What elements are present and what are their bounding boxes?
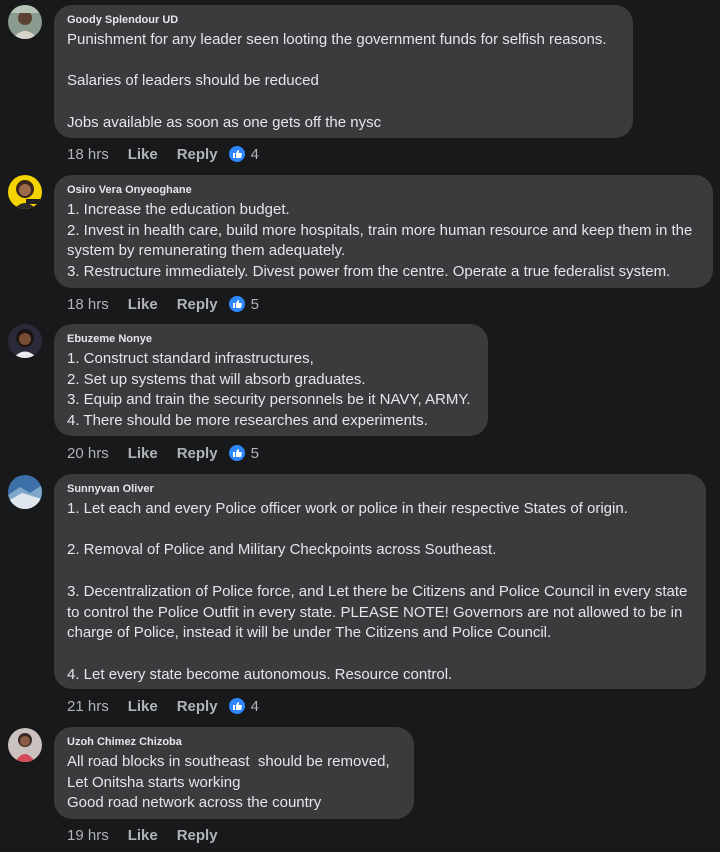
comment-bubble: Uzoh Chimez Chizoba All road blocks in s…: [54, 727, 414, 819]
reaction-summary[interactable]: 4: [228, 697, 259, 715]
comment-timestamp[interactable]: 18 hrs: [67, 296, 109, 313]
reply-button[interactable]: Reply: [177, 698, 218, 715]
comment-actions: 19 hrs Like Reply: [67, 825, 229, 845]
thumbs-up-icon: [228, 296, 245, 312]
avatar[interactable]: [8, 324, 42, 358]
like-button[interactable]: Like: [128, 698, 158, 715]
reaction-summary[interactable]: 5: [228, 444, 259, 462]
comment-actions: 20 hrs Like Reply 5: [67, 443, 259, 463]
comment-author[interactable]: Uzoh Chimez Chizoba: [67, 735, 402, 749]
comment-text: 1. Construct standard infrastructures, 2…: [67, 350, 471, 430]
comment-text: 1. Let each and every Police officer wor…: [67, 500, 688, 683]
reply-button[interactable]: Reply: [177, 445, 218, 462]
reaction-count: 5: [250, 444, 259, 462]
reaction-count: 5: [250, 295, 259, 313]
comment-actions: 18 hrs Like Reply 5: [67, 294, 259, 314]
reaction-summary[interactable]: 5: [228, 295, 259, 313]
avatar[interactable]: [8, 175, 42, 209]
avatar[interactable]: [8, 475, 42, 509]
comment-author[interactable]: Ebuzeme Nonye: [67, 332, 476, 346]
comment-timestamp[interactable]: 19 hrs: [67, 827, 109, 844]
reaction-summary[interactable]: 4: [228, 145, 259, 163]
reply-button[interactable]: Reply: [177, 827, 218, 844]
reaction-count: 4: [250, 145, 259, 163]
comment-author[interactable]: Sunnyvan Oliver: [67, 482, 694, 496]
comment-text: 1. Increase the education budget. 2. Inv…: [67, 201, 693, 281]
comment-timestamp[interactable]: 20 hrs: [67, 445, 109, 462]
comment-bubble: Sunnyvan Oliver 1. Let each and every Po…: [54, 474, 706, 689]
reply-button[interactable]: Reply: [177, 296, 218, 313]
thumbs-up-icon: [228, 445, 245, 461]
reaction-count: 4: [250, 697, 259, 715]
comment-bubble: Osiro Vera Onyeoghane 1. Increase the ed…: [54, 175, 713, 288]
comment-bubble: Ebuzeme Nonye 1. Construct standard infr…: [54, 324, 488, 436]
avatar[interactable]: [8, 5, 42, 39]
like-button[interactable]: Like: [128, 445, 158, 462]
comment-actions: 18 hrs Like Reply 4: [67, 144, 259, 164]
comment-author[interactable]: Osiro Vera Onyeoghane: [67, 183, 701, 197]
comment-text: Punishment for any leader seen looting t…: [67, 31, 607, 131]
thumbs-up-icon: [228, 698, 245, 714]
reply-button[interactable]: Reply: [177, 146, 218, 163]
like-button[interactable]: Like: [128, 146, 158, 163]
avatar[interactable]: [8, 728, 42, 762]
like-button[interactable]: Like: [128, 296, 158, 313]
like-button[interactable]: Like: [128, 827, 158, 844]
comment-timestamp[interactable]: 18 hrs: [67, 146, 109, 163]
comment-bubble: Goody Splendour UD Punishment for any le…: [54, 5, 633, 138]
thumbs-up-icon: [228, 146, 245, 162]
comment-actions: 21 hrs Like Reply 4: [67, 696, 259, 716]
comment-author[interactable]: Goody Splendour UD: [67, 13, 621, 27]
comment-text: All road blocks in southeast should be r…: [67, 753, 390, 812]
comment-timestamp[interactable]: 21 hrs: [67, 698, 109, 715]
